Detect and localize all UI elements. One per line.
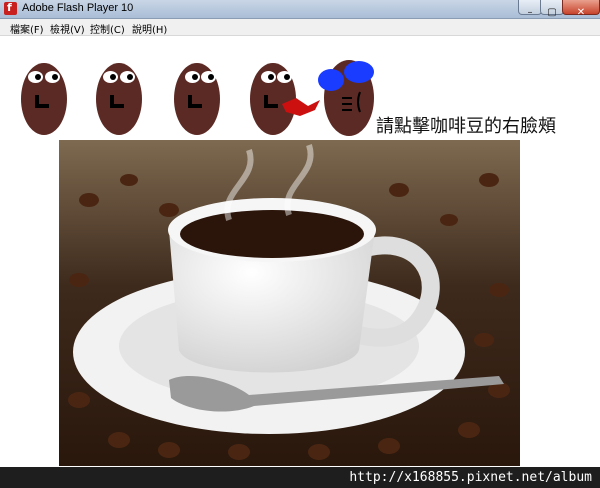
bean-left-eye: [103, 71, 118, 83]
menu-file[interactable]: 檔案(F): [10, 21, 44, 36]
status-bar: http://x168855.pixnet.net/album: [0, 467, 600, 488]
flash-app-icon: f: [4, 1, 17, 15]
menu-view[interactable]: 檢視(V): [50, 21, 85, 36]
menu-help[interactable]: 說明(H): [132, 21, 167, 36]
minimize-icon: –: [527, 7, 533, 18]
bean-right-eye: [201, 71, 216, 83]
bean-right-eye: [120, 71, 135, 83]
menu-bar: 檔案(F) 檢視(V) 控制(C) 說明(H): [0, 19, 600, 36]
bean-left-eye: [185, 71, 200, 83]
coffee-cup-illustration: [59, 140, 520, 466]
coffee-surface: [180, 210, 364, 258]
impact-mark: [282, 98, 320, 116]
dazed-eye-right: [344, 61, 374, 83]
watermark-url: http://x168855.pixnet.net/album: [349, 470, 592, 485]
maximize-icon: ▢: [547, 7, 557, 18]
menu-control[interactable]: 控制(C): [90, 21, 125, 36]
minimize-button[interactable]: –: [518, 0, 542, 18]
hit-bean-svg[interactable]: [270, 54, 380, 144]
maximize-button[interactable]: ▢: [540, 0, 564, 18]
close-icon: ✕: [576, 7, 586, 18]
bean-left-eye: [28, 71, 43, 83]
window-title: Adobe Flash Player 10: [22, 2, 134, 14]
close-button[interactable]: ✕: [562, 0, 600, 18]
instruction-text: 請點擊咖啡豆的右臉頰: [376, 116, 556, 137]
window-title-bar[interactable]: f Adobe Flash Player 10 – ▢ ✕: [0, 0, 600, 19]
dazed-eye-left: [318, 69, 344, 91]
coffee-photo: [59, 140, 520, 466]
bean-right-eye: [45, 71, 60, 83]
